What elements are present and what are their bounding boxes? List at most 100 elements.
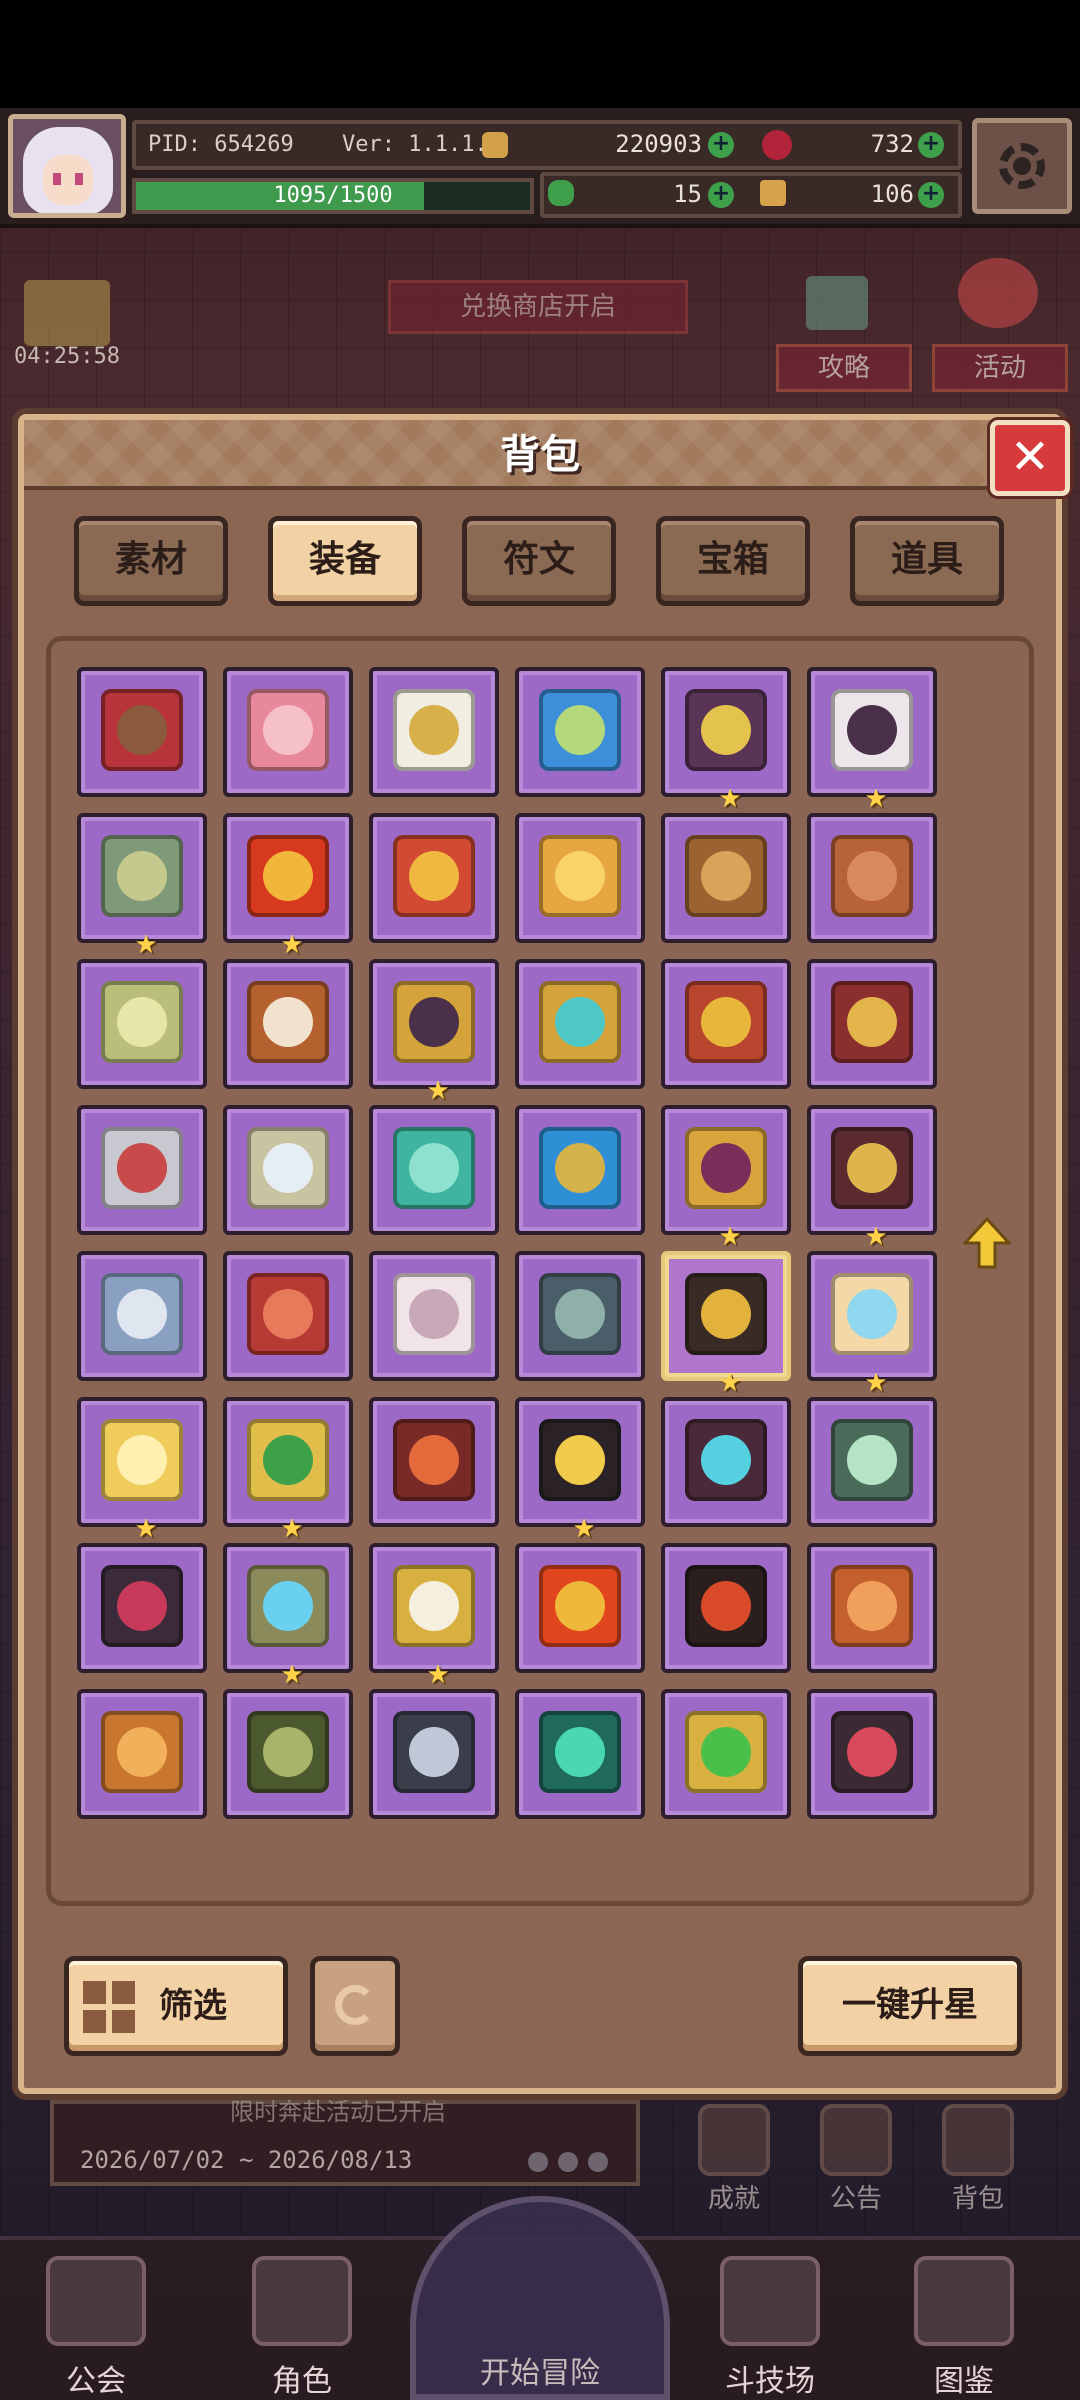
add-gold-plus-icon[interactable]: +: [708, 132, 734, 158]
equipment-slot[interactable]: [223, 959, 353, 1089]
filter-button[interactable]: 筛选: [64, 1956, 288, 2056]
equipment-slot[interactable]: ★: [661, 1105, 791, 1251]
equipment-slot[interactable]: [77, 959, 207, 1089]
item-accent: [701, 1727, 751, 1777]
equipment-slot[interactable]: ★: [223, 813, 353, 959]
gift-box-icon[interactable]: [24, 280, 110, 346]
item-accent: [555, 1289, 605, 1339]
equipment-slot[interactable]: [661, 1543, 791, 1673]
tab-materials[interactable]: 素材: [74, 516, 228, 606]
activity-button[interactable]: 活动: [932, 344, 1068, 392]
equipment-grid: ★ ★ ★ ★ ★ ★ ★ ★ ★ ★ ★ ★ ★ ★: [46, 636, 1034, 1906]
equipment-slot[interactable]: [223, 667, 353, 797]
equipment-slot[interactable]: [807, 1397, 937, 1527]
grid-icon: [83, 1981, 135, 2033]
player-avatar[interactable]: [8, 114, 126, 218]
equipment-slot[interactable]: [223, 1251, 353, 1381]
equipment-slot[interactable]: [369, 667, 499, 797]
equipment-slot[interactable]: [77, 1543, 207, 1673]
equipment-slot[interactable]: ★: [369, 1543, 499, 1689]
settings-gear-button[interactable]: [972, 118, 1072, 214]
equipment-slot[interactable]: [77, 667, 207, 797]
chat-bubble-icon: [806, 276, 868, 330]
item-accent: [117, 1289, 167, 1339]
character-icon: [252, 2256, 352, 2346]
equipment-slot[interactable]: [223, 1105, 353, 1235]
equipment-slot[interactable]: ★: [807, 1251, 937, 1397]
equipment-slot[interactable]: [807, 813, 937, 943]
equipment-slot[interactable]: [515, 1543, 645, 1673]
close-icon: ✕: [1009, 429, 1051, 485]
star-icon: ★: [718, 784, 742, 814]
tab-equipment[interactable]: 装备: [268, 516, 422, 606]
equipment-slot[interactable]: [77, 1251, 207, 1381]
equipment-slot[interactable]: [807, 959, 937, 1089]
clover-amount: 15: [673, 180, 702, 208]
item-accent: [263, 851, 313, 901]
notice-button[interactable]: 公告: [806, 2104, 906, 2214]
equipment-slot[interactable]: ★: [661, 1251, 791, 1397]
add-clover-plus-icon[interactable]: +: [708, 182, 734, 208]
item-accent: [263, 1289, 313, 1339]
equipment-slot[interactable]: [661, 1397, 791, 1527]
equipment-slot[interactable]: [807, 1543, 937, 1673]
equipment-slot[interactable]: [661, 813, 791, 943]
equipment-slot[interactable]: ★: [223, 1397, 353, 1543]
equipment-slot[interactable]: [369, 1251, 499, 1381]
nav-arena[interactable]: 斗技场: [690, 2246, 850, 2399]
tab-runes[interactable]: 符文: [462, 516, 616, 606]
xp-bar: 1095/1500: [132, 178, 534, 214]
bag-modal: 背包 ✕ 素材 装备 符文 宝箱 道具 ★ ★ ★ ★ ★ ★ ★ ★ ★ ★ ★ ★ ★ ★ 筛选 一键…: [18, 414, 1070, 2094]
star-icon: ★: [134, 930, 158, 960]
equipment-slot[interactable]: [77, 1689, 207, 1819]
event-dates: 2026/07/02 ~ 2026/08/13: [80, 2146, 413, 2174]
item-accent: [263, 1727, 313, 1777]
equipment-slot[interactable]: [369, 813, 499, 943]
equipment-slot[interactable]: [515, 1689, 645, 1819]
add-gem-plus-icon[interactable]: +: [918, 132, 944, 158]
equipment-slot[interactable]: ★: [807, 667, 937, 813]
equipment-slot[interactable]: ★: [369, 959, 499, 1105]
equipment-slot[interactable]: [515, 667, 645, 797]
close-button[interactable]: ✕: [990, 420, 1070, 496]
key-amount: 106: [870, 180, 914, 208]
tab-chests[interactable]: 宝箱: [656, 516, 810, 606]
equipment-slot[interactable]: ★: [807, 1105, 937, 1251]
equipment-slot[interactable]: ★: [223, 1543, 353, 1689]
nav-character[interactable]: 角色: [222, 2246, 382, 2399]
equipment-slot[interactable]: [515, 959, 645, 1089]
item-accent: [555, 705, 605, 755]
event-title: 限时奔赴活动已开启: [230, 2098, 446, 2126]
equipment-slot[interactable]: [369, 1105, 499, 1235]
equipment-slot[interactable]: [807, 1689, 937, 1819]
bag-button[interactable]: 背包: [928, 2104, 1028, 2214]
star-icon: ★: [718, 1368, 742, 1398]
strategy-button[interactable]: 攻略: [776, 344, 912, 392]
equipment-slot[interactable]: [661, 959, 791, 1089]
equipment-slot[interactable]: [223, 1689, 353, 1819]
nav-guild[interactable]: 公会: [16, 2246, 176, 2399]
item-accent: [847, 1143, 897, 1193]
add-key-plus-icon[interactable]: +: [918, 182, 944, 208]
item-accent: [701, 1289, 751, 1339]
refresh-button[interactable]: [310, 1956, 400, 2056]
tab-items[interactable]: 道具: [850, 516, 1004, 606]
equipment-slot[interactable]: [369, 1397, 499, 1527]
item-accent: [701, 705, 751, 755]
xp-text: 1095/1500: [273, 183, 393, 208]
upgrade-arrow-icon: [961, 1216, 1013, 1269]
equipment-slot[interactable]: ★: [77, 1397, 207, 1543]
equipment-slot[interactable]: [515, 1105, 645, 1235]
equipment-slot[interactable]: [515, 1251, 645, 1381]
equipment-slot[interactable]: [515, 813, 645, 943]
nav-codex[interactable]: 图鉴: [884, 2246, 1044, 2399]
equipment-slot[interactable]: ★: [515, 1397, 645, 1543]
one-click-upstar-button[interactable]: 一键升星: [798, 1956, 1022, 2056]
equipment-slot[interactable]: ★: [661, 667, 791, 813]
equipment-slot[interactable]: [661, 1689, 791, 1819]
equipment-slot[interactable]: [77, 1105, 207, 1235]
item-accent: [117, 1581, 167, 1631]
equipment-slot[interactable]: [369, 1689, 499, 1819]
achievements-button[interactable]: 成就: [684, 2104, 784, 2214]
equipment-slot[interactable]: ★: [77, 813, 207, 959]
